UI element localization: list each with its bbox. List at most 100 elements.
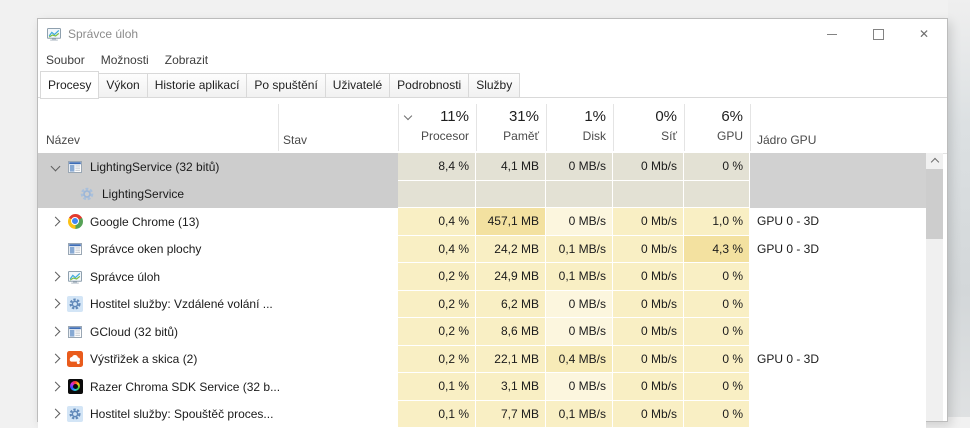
- tab-bar: Procesy Výkon Historie aplikací Po spušt…: [38, 71, 947, 98]
- menu-item-soubor[interactable]: Soubor: [46, 53, 93, 67]
- cell-network: 0 Mb/s: [613, 318, 684, 346]
- cell-network: 0 Mb/s: [613, 236, 684, 264]
- column-total-network: 0%: [613, 101, 684, 125]
- process-name-cell[interactable]: Správce úloh: [38, 263, 398, 291]
- cell-disk: 0,1 MB/s: [546, 236, 613, 264]
- process-name-cell[interactable]: Výstřižek a skica (2): [38, 346, 398, 374]
- column-header-memory[interactable]: 31%Paměť: [476, 101, 546, 153]
- title-bar[interactable]: Správce úloh ✕: [38, 19, 947, 49]
- cell-cpu: [398, 181, 476, 209]
- cell-gpu-engine: [750, 181, 926, 209]
- process-name: Správce úloh: [90, 270, 160, 284]
- process-name-cell[interactable]: GCloud (32 bitů): [38, 318, 398, 346]
- expand-chevron-icon[interactable]: [51, 299, 61, 309]
- menu-item-zobrazit[interactable]: Zobrazit: [157, 53, 216, 67]
- cell-disk: 0 MB/s: [546, 318, 613, 346]
- expand-chevron-icon[interactable]: [51, 409, 61, 419]
- expand-chevron-icon[interactable]: [51, 271, 61, 281]
- cell-network: 0 Mb/s: [613, 291, 684, 319]
- column-label-disk: Disk: [546, 125, 613, 143]
- column-separator[interactable]: [750, 104, 751, 151]
- cell-gpu: 0 %: [684, 263, 750, 291]
- cell-cpu: 0,2 %: [398, 346, 476, 374]
- process-table-body: LightingService (32 bitů)8,4 %4,1 MB0 MB…: [38, 153, 926, 428]
- maximize-button[interactable]: [855, 19, 901, 49]
- column-separator[interactable]: [476, 104, 477, 151]
- table-row[interactable]: GCloud (32 bitů)0,2 %8,6 MB0 MB/s0 Mb/s0…: [38, 318, 926, 346]
- column-header-jadro-gpu[interactable]: Jádro GPU: [757, 133, 816, 147]
- service-box-icon: [67, 296, 83, 312]
- column-label-memory: Paměť: [476, 125, 546, 143]
- cell-gpu-engine: GPU 0 - 3D: [750, 208, 926, 236]
- column-separator[interactable]: [684, 104, 685, 151]
- process-name-cell[interactable]: Hostitel služby: Vzdálené volání ...: [38, 291, 398, 319]
- expand-chevron-icon[interactable]: [51, 326, 61, 336]
- tab-podrobnosti[interactable]: Podrobnosti: [389, 73, 469, 98]
- cell-disk: 0 MB/s: [546, 373, 613, 401]
- process-name: Hostitel služby: Vzdálené volání ...: [90, 297, 273, 311]
- cell-gpu-engine: GPU 0 - 3D: [750, 236, 926, 264]
- collapse-chevron-icon[interactable]: [51, 161, 61, 171]
- tab-procesy[interactable]: Procesy: [40, 71, 99, 99]
- table-row[interactable]: Správce oken plochy0,4 %24,2 MB0,1 MB/s0…: [38, 236, 926, 264]
- column-header-stav[interactable]: Stav: [283, 133, 307, 147]
- column-header-disk[interactable]: 1%Disk: [546, 101, 613, 153]
- process-name: Google Chrome (13): [90, 215, 199, 229]
- table-row[interactable]: Výstřižek a skica (2)0,2 %22,1 MB0,4 MB/…: [38, 346, 926, 374]
- column-header-gpu[interactable]: 6%GPU: [684, 101, 750, 153]
- table-row[interactable]: LightingService: [38, 181, 926, 209]
- process-name-cell[interactable]: Správce oken plochy: [38, 236, 398, 264]
- cell-network: 0 Mb/s: [613, 373, 684, 401]
- tab-sluzby[interactable]: Služby: [468, 73, 520, 98]
- cell-gpu: 0 %: [684, 318, 750, 346]
- cell-disk: 0 MB/s: [546, 153, 613, 181]
- close-icon: ✕: [919, 28, 929, 40]
- expand-chevron-icon[interactable]: [51, 216, 61, 226]
- process-name-cell[interactable]: Hostitel služby: Spouštěč proces...: [38, 401, 398, 428]
- table-row[interactable]: Správce úloh0,2 %24,9 MB0,1 MB/s0 Mb/s0 …: [38, 263, 926, 291]
- close-button[interactable]: ✕: [901, 19, 947, 49]
- cell-cpu: 0,2 %: [398, 318, 476, 346]
- vertical-scrollbar[interactable]: [926, 153, 943, 421]
- cell-cpu: 0,2 %: [398, 291, 476, 319]
- tab-historie-aplikaci[interactable]: Historie aplikací: [147, 73, 248, 98]
- column-separator[interactable]: [278, 104, 279, 151]
- tab-vykon[interactable]: Výkon: [98, 73, 147, 98]
- cell-disk: [546, 181, 613, 209]
- expand-chevron-icon[interactable]: [51, 381, 61, 391]
- process-name-cell[interactable]: Google Chrome (13): [38, 208, 398, 236]
- column-header-nazev[interactable]: Název: [46, 133, 80, 147]
- cell-cpu: 0,4 %: [398, 208, 476, 236]
- service-gear-icon: [79, 186, 95, 202]
- column-separator[interactable]: [398, 104, 399, 151]
- column-separator[interactable]: [613, 104, 614, 151]
- cell-gpu-engine: [750, 153, 926, 181]
- tab-uzivatele[interactable]: Uživatelé: [325, 73, 390, 98]
- minimize-button[interactable]: [809, 19, 855, 49]
- process-name-cell[interactable]: LightingService (32 bitů): [38, 153, 398, 181]
- process-name-cell[interactable]: Razer Chroma SDK Service (32 b...: [38, 373, 398, 401]
- cell-disk: 0,1 MB/s: [546, 263, 613, 291]
- expand-chevron-icon[interactable]: [51, 354, 61, 364]
- scrollbar-thumb[interactable]: [926, 169, 943, 239]
- cell-memory: 22,1 MB: [476, 346, 546, 374]
- table-row[interactable]: Hostitel služby: Vzdálené volání ... 0,2 …: [38, 291, 926, 319]
- scroll-up-button[interactable]: [926, 153, 943, 170]
- process-name-cell[interactable]: LightingService: [38, 181, 398, 209]
- desktop-background: [948, 0, 970, 417]
- table-row[interactable]: Google Chrome (13)0,4 %457,1 MB0 MB/s0 M…: [38, 208, 926, 236]
- column-header-cpu[interactable]: 11%Procesor: [398, 101, 476, 153]
- process-name: GCloud (32 bitů): [90, 325, 178, 339]
- column-header-network[interactable]: 0%Síť: [613, 101, 684, 153]
- cell-memory: 7,7 MB: [476, 401, 546, 428]
- cell-memory: 6,2 MB: [476, 291, 546, 319]
- table-row[interactable]: LightingService (32 bitů)8,4 %4,1 MB0 MB…: [38, 153, 926, 181]
- service-box-icon: [67, 406, 83, 422]
- column-separator[interactable]: [546, 104, 547, 151]
- cell-gpu: 0 %: [684, 401, 750, 428]
- table-row[interactable]: Hostitel služby: Spouštěč proces...0,1 %…: [38, 401, 926, 428]
- tab-po-spusteni[interactable]: Po spuštění: [246, 73, 325, 98]
- menu-item-moznosti[interactable]: Možnosti: [93, 53, 157, 67]
- table-row[interactable]: Razer Chroma SDK Service (32 b...0,1 %3,…: [38, 373, 926, 401]
- cell-gpu: 0 %: [684, 373, 750, 401]
